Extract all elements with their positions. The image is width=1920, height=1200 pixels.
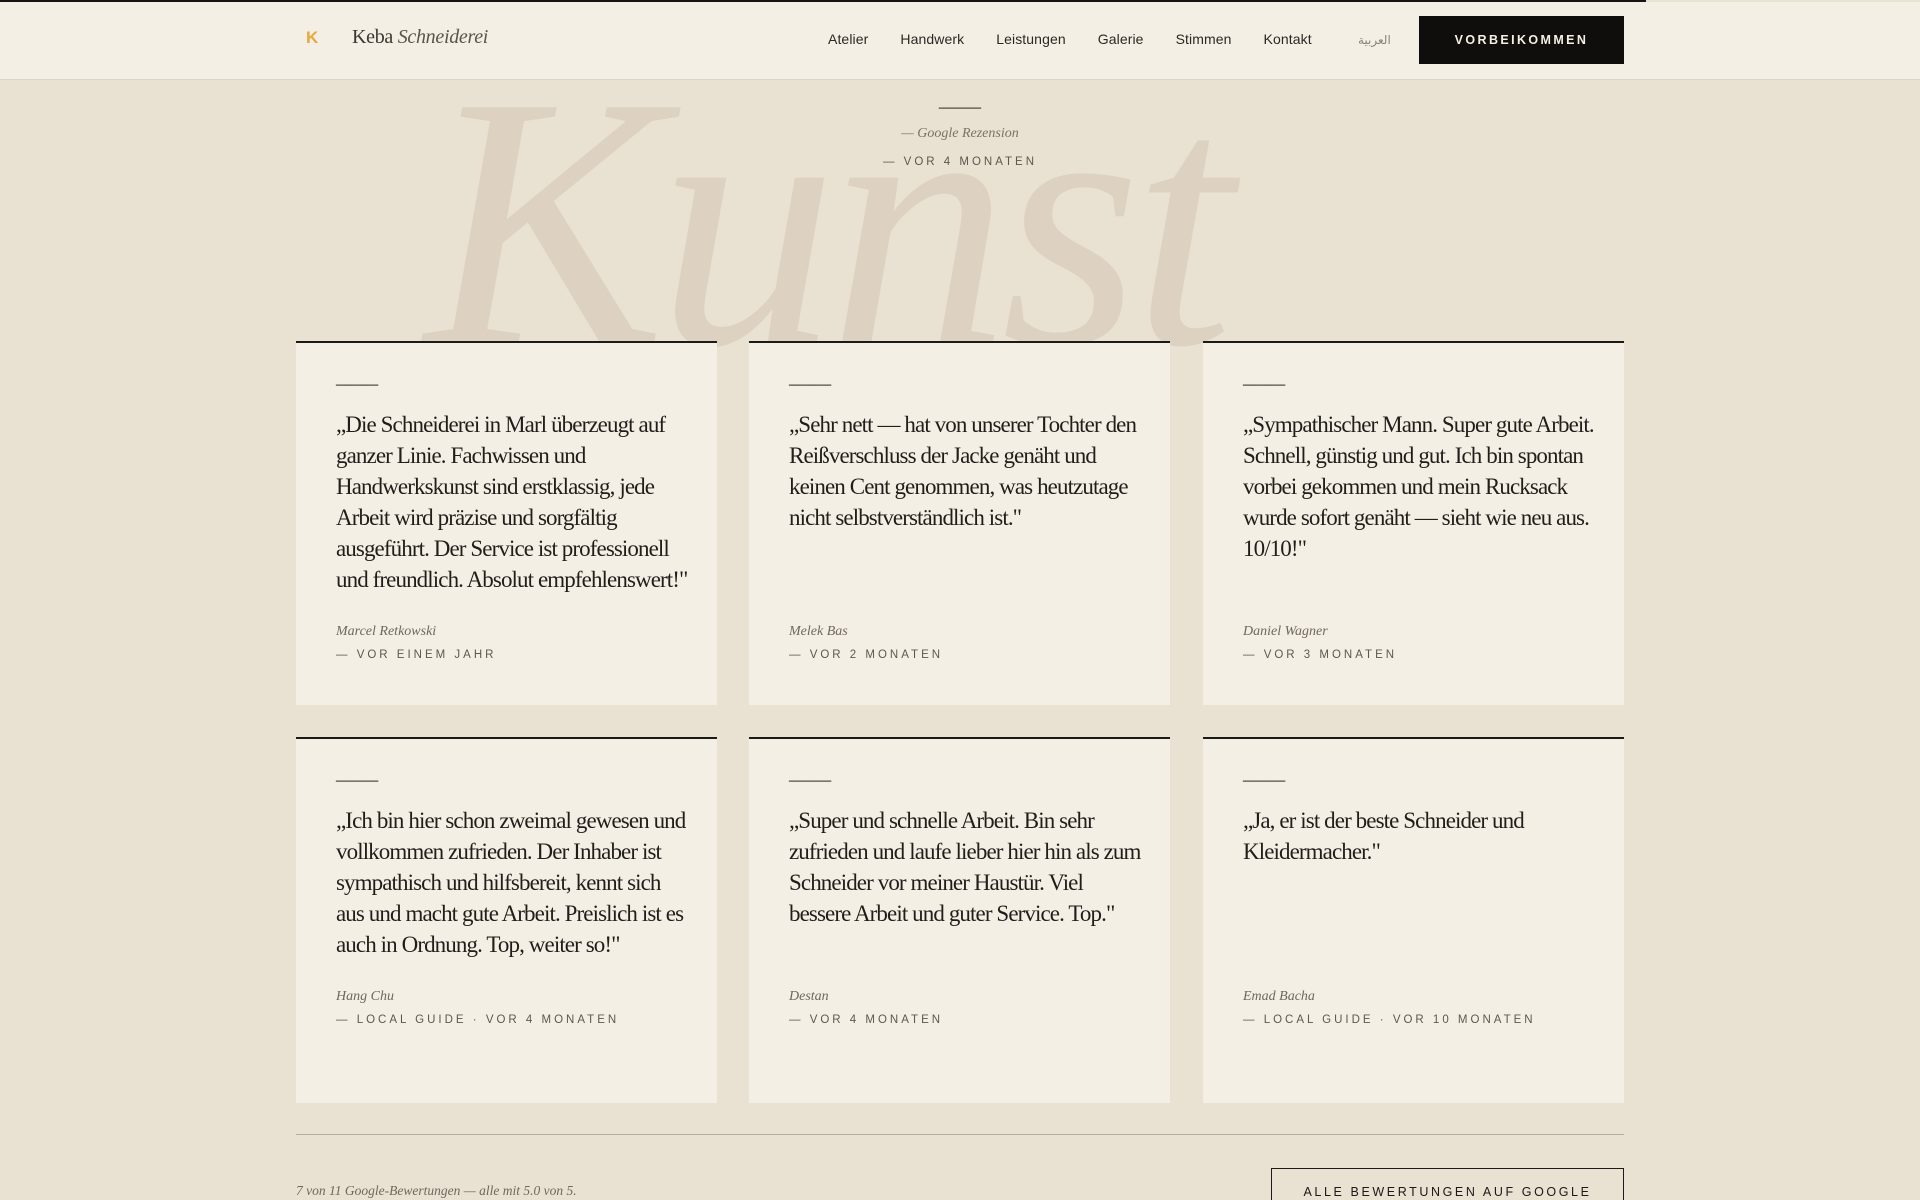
brand-name-second: Schneiderei: [397, 26, 489, 48]
review-card: ───── „Super und schnelle Arbeit. Bin se…: [749, 737, 1170, 1103]
review-quote: „Sehr nett — hat von unserer Tochter den…: [789, 412, 1137, 530]
review-source: — Google Rezension: [901, 126, 1019, 141]
rating-marks-icon: ─────: [1243, 378, 1286, 394]
rating-marks-icon: ─────: [336, 774, 379, 790]
featured-review-footer: ───── — Google Rezension — vor 4 Monaten: [760, 100, 1160, 168]
main-navigation: Atelier Handwerk Leistungen Galerie Stim…: [828, 31, 1344, 47]
all-google-reviews-button[interactable]: Alle Bewertungen auf Google: [1271, 1168, 1624, 1200]
section-divider: [296, 1134, 1624, 1135]
brand-name-first: Keba: [352, 26, 393, 48]
review-card: ───── „Ich bin hier schon zweimal gewese…: [296, 737, 717, 1103]
nav-item-leistungen[interactable]: Leistungen: [996, 31, 1066, 47]
nav-item-atelier[interactable]: Atelier: [828, 31, 868, 47]
review-quote: „Ich bin hier schon zweimal gewesen und …: [336, 808, 686, 957]
visit-cta-button[interactable]: Vorbeikommen: [1419, 16, 1624, 64]
review-quote: „Super und schnelle Arbeit. Bin sehr zuf…: [789, 808, 1141, 926]
nav-item-handwerk[interactable]: Handwerk: [900, 31, 964, 47]
review-author: Daniel Wagner: [1243, 624, 1328, 639]
review-meta: — vor 3 Monaten: [1243, 649, 1398, 661]
nav-item-kontakt[interactable]: Kontakt: [1264, 31, 1312, 47]
review-quote: „Ja, er ist der beste Schneider und Klei…: [1243, 808, 1525, 864]
review-author: Hang Chu: [336, 989, 394, 1004]
review-author: Destan: [789, 989, 829, 1004]
rating-marks-icon: ─────: [789, 774, 832, 790]
language-switch[interactable]: العربية: [1358, 33, 1391, 47]
rating-marks-icon: ─────: [938, 101, 982, 117]
review-quote: „Die Schneiderei in Marl überzeugt auf g…: [336, 412, 688, 592]
review-meta: — Local Guide · vor 4 Monaten: [336, 1014, 620, 1026]
logo-mark-icon: K: [306, 27, 319, 47]
rating-marks-icon: ─────: [336, 378, 379, 394]
review-meta: — vor 4 Monaten: [789, 1014, 944, 1026]
reviews-summary-note: 7 von 11 Google-Bewertungen — alle mit 5…: [296, 1183, 577, 1198]
rating-marks-icon: ─────: [789, 378, 832, 394]
brand-name: Keba Schneiderei: [352, 26, 488, 49]
brand-logo[interactable]: K Keba Schneiderei: [306, 26, 488, 49]
review-author: Marcel Retkowski: [336, 624, 437, 639]
review-card: ───── „Die Schneiderei in Marl überzeugt…: [296, 341, 717, 705]
nav-item-galerie[interactable]: Galerie: [1098, 31, 1144, 47]
review-date: — vor 4 Monaten: [882, 156, 1038, 168]
review-author: Emad Bacha: [1243, 989, 1315, 1004]
review-quote: „Sympathischer Mann. Super gute Arbeit. …: [1243, 412, 1595, 561]
review-meta: — vor einem Jahr: [336, 649, 497, 661]
review-author: Melek Bas: [789, 624, 848, 639]
nav-item-stimmen[interactable]: Stimmen: [1176, 31, 1232, 47]
site-header: K Keba Schneiderei Atelier Handwerk Leis…: [0, 2, 1920, 80]
review-card: ───── „Ja, er ist der beste Schneider un…: [1203, 737, 1624, 1103]
rating-marks-icon: ─────: [1243, 774, 1286, 790]
review-meta: — Local Guide · vor 10 Monaten: [1243, 1014, 1536, 1026]
review-card: ───── „Sympathischer Mann. Super gute Ar…: [1203, 341, 1624, 705]
review-card: ───── „Sehr nett — hat von unserer Tocht…: [749, 341, 1170, 705]
review-meta: — vor 2 Monaten: [789, 649, 944, 661]
